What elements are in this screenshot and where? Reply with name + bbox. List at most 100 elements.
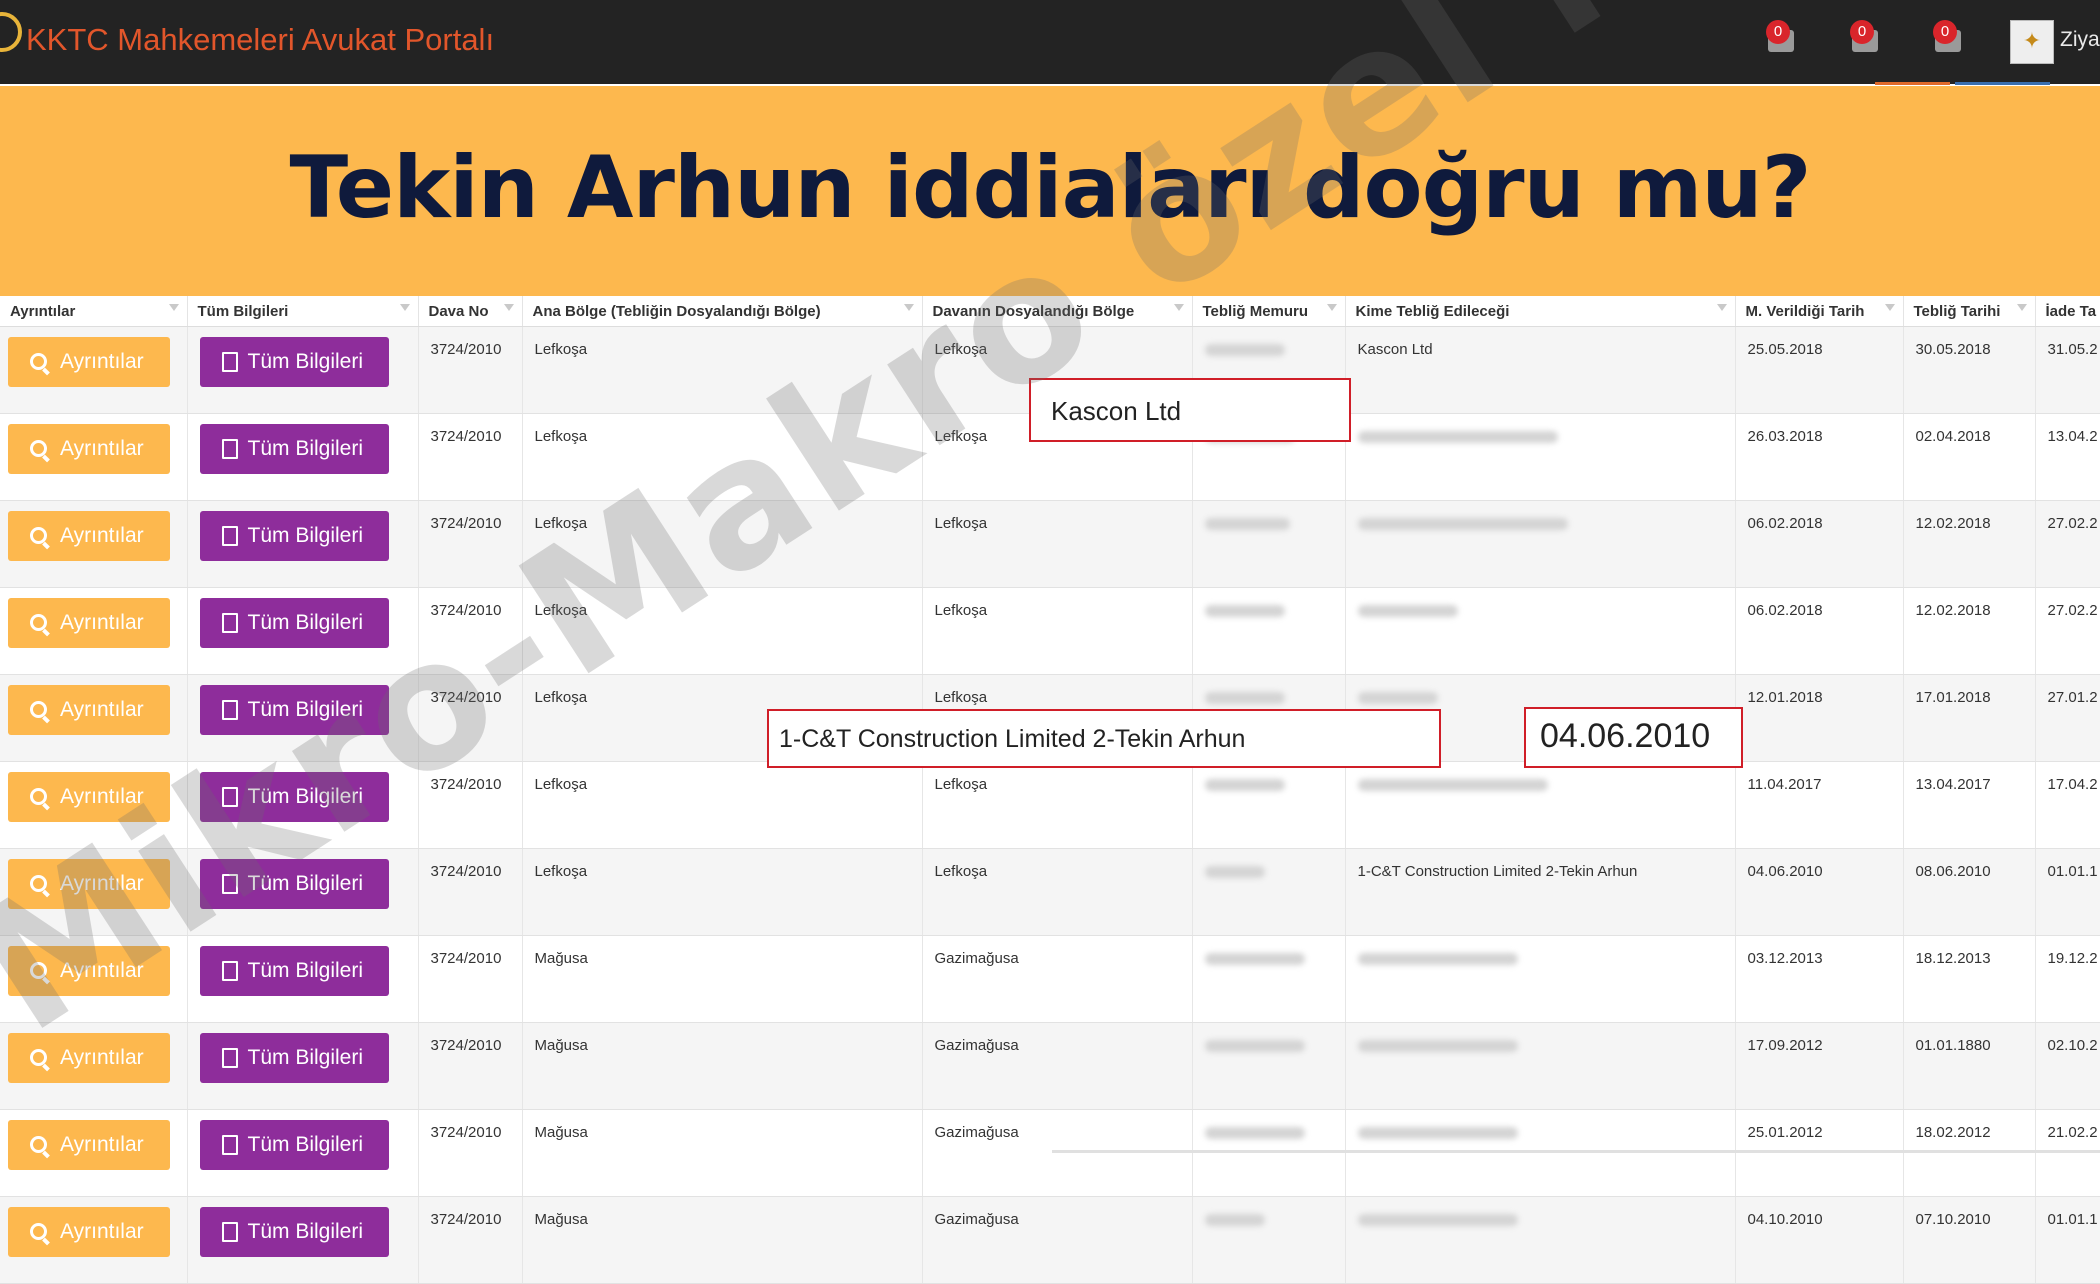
main-region: Lefkoşa <box>522 326 923 414</box>
details-button[interactable]: Ayrıntılar <box>8 1120 170 1170</box>
recipient-redacted <box>1345 1022 1736 1110</box>
return-date: 27.01.2 <box>2035 674 2100 762</box>
footer-divider <box>1052 1150 2100 1153</box>
issue-date: 04.10.2010 <box>1735 1196 1904 1284</box>
sort-icon[interactable] <box>2016 304 2027 311</box>
issue-date: 17.09.2012 <box>1735 1022 1904 1110</box>
column-header-case-region[interactable]: Davanın Dosyalandığı Bölge <box>922 296 1193 327</box>
notification-badge: 0 <box>1766 20 1790 44</box>
officer-redacted <box>1192 935 1346 1023</box>
all-info-button[interactable]: Tüm Bilgileri <box>199 859 389 909</box>
sort-icon[interactable] <box>1173 304 1184 311</box>
column-header-recipient[interactable]: Kime Tebliğ Edileceği <box>1345 296 1736 327</box>
case-number[interactable]: 3724/2010 <box>418 761 523 849</box>
all-info-button[interactable]: Tüm Bilgileri <box>199 946 389 996</box>
all-info-button[interactable]: Tüm Bilgileri <box>199 1033 389 1083</box>
callout-parties-text: 1-C&T Construction Limited 2-Tekin Arhun <box>779 725 1246 753</box>
details-button[interactable]: Ayrıntılar <box>8 424 170 474</box>
courts-logo-icon[interactable] <box>0 12 22 52</box>
details-button[interactable]: Ayrıntılar <box>8 859 170 909</box>
details-button[interactable]: Ayrıntılar <box>8 772 170 822</box>
column-header-notification-date[interactable]: Tebliğ Tarihi <box>1903 296 2036 327</box>
all-info-button[interactable]: Tüm Bilgileri <box>199 598 389 648</box>
sort-icon[interactable] <box>399 304 410 311</box>
search-icon <box>30 353 47 370</box>
column-header-all-info[interactable]: Tüm Bilgileri <box>187 296 419 327</box>
issue-date: 03.12.2013 <box>1735 935 1904 1023</box>
all-info-button[interactable]: Tüm Bilgileri <box>199 1207 389 1257</box>
sort-icon[interactable] <box>1716 304 1727 311</box>
issue-date: 12.01.2018 <box>1735 674 1904 762</box>
details-button[interactable]: Ayrıntılar <box>8 1033 170 1083</box>
message-badge: 0 <box>1850 20 1874 44</box>
case-number[interactable]: 3724/2010 <box>418 413 523 501</box>
case-region: Gazimağusa <box>922 1196 1193 1284</box>
table-row: Ayrıntılar Tüm Bilgileri 3724/2010 Lefko… <box>0 587 2100 675</box>
case-number[interactable]: 3724/2010 <box>418 1196 523 1284</box>
case-notifications-table: Ayrıntılar Tüm Bilgileri Dava No Ana Böl… <box>0 296 2100 1284</box>
case-number[interactable]: 3724/2010 <box>418 935 523 1023</box>
details-button[interactable]: Ayrıntılar <box>8 598 170 648</box>
sort-icon[interactable] <box>503 304 514 311</box>
case-number[interactable]: 3724/2010 <box>418 1109 523 1197</box>
case-number[interactable]: 3724/2010 <box>418 848 523 936</box>
callout-parties: 1-C&T Construction Limited 2-Tekin Arhun <box>767 709 1441 768</box>
issue-date: 06.02.2018 <box>1735 587 1904 675</box>
main-region: Lefkoşa <box>522 500 923 588</box>
details-button[interactable]: Ayrıntılar <box>8 685 170 735</box>
column-header-officer[interactable]: Tebliğ Memuru <box>1192 296 1346 327</box>
sort-icon[interactable] <box>1326 304 1337 311</box>
return-date: 27.02.2 <box>2035 587 2100 675</box>
return-date: 13.04.2 <box>2035 413 2100 501</box>
table-row: Ayrıntılar Tüm Bilgileri 3724/2010 Lefko… <box>0 500 2100 588</box>
main-region: Lefkoşa <box>522 848 923 936</box>
sort-icon[interactable] <box>1884 304 1895 311</box>
case-region: Gazimağusa <box>922 935 1193 1023</box>
details-button[interactable]: Ayrıntılar <box>8 1207 170 1257</box>
column-header-return-date[interactable]: İade Ta <box>2035 296 2100 327</box>
main-region: Mağusa <box>522 1022 923 1110</box>
details-button[interactable]: Ayrıntılar <box>8 946 170 996</box>
user-avatar[interactable]: ✦ <box>2010 20 2054 64</box>
case-number[interactable]: 3724/2010 <box>418 326 523 414</box>
user-name[interactable]: Ziyar <box>2060 28 2100 52</box>
callout-company: Kascon Ltd <box>1029 378 1351 442</box>
search-icon <box>30 788 47 805</box>
column-header-details[interactable]: Ayrıntılar <box>0 296 188 327</box>
case-number[interactable]: 3724/2010 <box>418 587 523 675</box>
active-tab-indicator <box>1875 82 1950 85</box>
portal-title[interactable]: KKTC Mahkemeleri Avukat Portalı <box>26 22 494 58</box>
details-button[interactable]: Ayrıntılar <box>8 511 170 561</box>
search-icon <box>30 527 47 544</box>
recipient-redacted <box>1345 761 1736 849</box>
case-region: Lefkoşa <box>922 587 1193 675</box>
return-date: 31.05.2 <box>2035 326 2100 414</box>
notification-date: 01.01.1880 <box>1903 1022 2036 1110</box>
all-info-button[interactable]: Tüm Bilgileri <box>199 337 389 387</box>
issue-date: 04.06.2010 <box>1735 848 1904 936</box>
case-number[interactable]: 3724/2010 <box>418 500 523 588</box>
officer-redacted <box>1192 1196 1346 1284</box>
case-number[interactable]: 3724/2010 <box>418 674 523 762</box>
all-info-button[interactable]: Tüm Bilgileri <box>199 1120 389 1170</box>
recipient: 1-C&T Construction Limited 2-Tekin Arhun <box>1345 848 1736 936</box>
case-region: Gazimağusa <box>922 1109 1193 1197</box>
column-header-issue-date[interactable]: M. Verildiği Tarih <box>1735 296 1904 327</box>
all-info-button[interactable]: Tüm Bilgileri <box>199 685 389 735</box>
sort-icon[interactable] <box>168 304 179 311</box>
column-header-main-region[interactable]: Ana Bölge (Tebliğin Dosyalandığı Bölge) <box>522 296 923 327</box>
column-header-case-no[interactable]: Dava No <box>418 296 523 327</box>
all-info-button[interactable]: Tüm Bilgileri <box>199 511 389 561</box>
file-icon <box>221 787 238 807</box>
sort-icon[interactable] <box>903 304 914 311</box>
main-region: Lefkoşa <box>522 587 923 675</box>
case-number[interactable]: 3724/2010 <box>418 1022 523 1110</box>
all-info-button[interactable]: Tüm Bilgileri <box>199 424 389 474</box>
details-button[interactable]: Ayrıntılar <box>8 337 170 387</box>
recipient-redacted <box>1345 587 1736 675</box>
issue-date: 25.05.2018 <box>1735 326 1904 414</box>
notification-date: 02.04.2018 <box>1903 413 2036 501</box>
file-icon <box>221 526 238 546</box>
return-date: 02.10.2 <box>2035 1022 2100 1110</box>
all-info-button[interactable]: Tüm Bilgileri <box>199 772 389 822</box>
